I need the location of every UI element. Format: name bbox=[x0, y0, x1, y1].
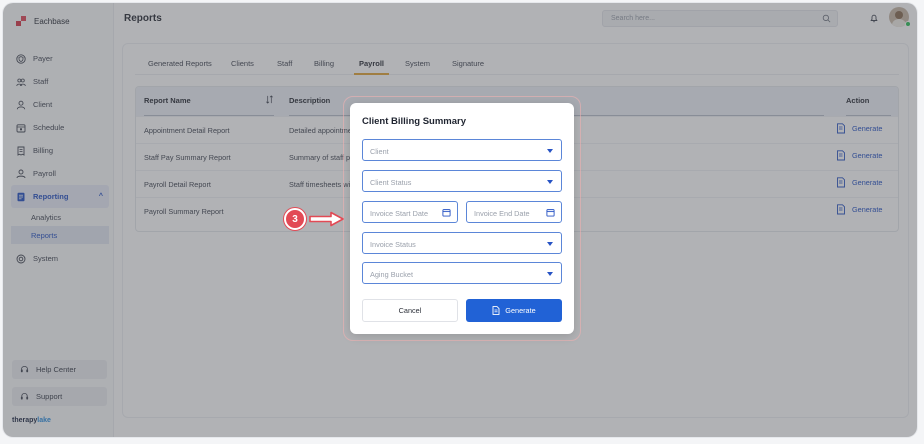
invoice-end-date-input[interactable]: Invoice End Date bbox=[466, 201, 562, 223]
caret-down-icon bbox=[547, 272, 553, 276]
calendar-icon[interactable] bbox=[546, 208, 555, 217]
caret-down-icon bbox=[547, 242, 553, 246]
invoice-status-placeholder: Invoice Status bbox=[370, 240, 416, 249]
client-status-placeholder: Client Status bbox=[370, 178, 412, 187]
invoice-end-date-placeholder: Invoice End Date bbox=[474, 209, 530, 218]
invoice-start-date-input[interactable]: Invoice Start Date bbox=[362, 201, 458, 223]
client-billing-summary-dialog: Client Billing Summary Client Client Sta… bbox=[350, 103, 574, 334]
client-select-placeholder: Client bbox=[370, 147, 389, 156]
aging-bucket-select[interactable]: Aging Bucket bbox=[362, 262, 562, 284]
generate-button-label: Generate bbox=[505, 306, 536, 315]
client-select[interactable]: Client bbox=[362, 139, 562, 161]
aging-bucket-placeholder: Aging Bucket bbox=[370, 270, 413, 279]
caret-down-icon bbox=[547, 180, 553, 184]
document-add-icon bbox=[492, 306, 500, 315]
caret-down-icon bbox=[547, 149, 553, 153]
dialog-title: Client Billing Summary bbox=[362, 116, 466, 127]
arrow-right-icon bbox=[309, 211, 344, 227]
step-badge: 3 bbox=[284, 208, 306, 230]
invoice-status-select[interactable]: Invoice Status bbox=[362, 232, 562, 254]
client-status-select[interactable]: Client Status bbox=[362, 170, 562, 192]
invoice-start-date-placeholder: Invoice Start Date bbox=[370, 209, 428, 218]
cancel-button[interactable]: Cancel bbox=[362, 299, 458, 322]
calendar-icon[interactable] bbox=[442, 208, 451, 217]
generate-button[interactable]: Generate bbox=[466, 299, 562, 322]
